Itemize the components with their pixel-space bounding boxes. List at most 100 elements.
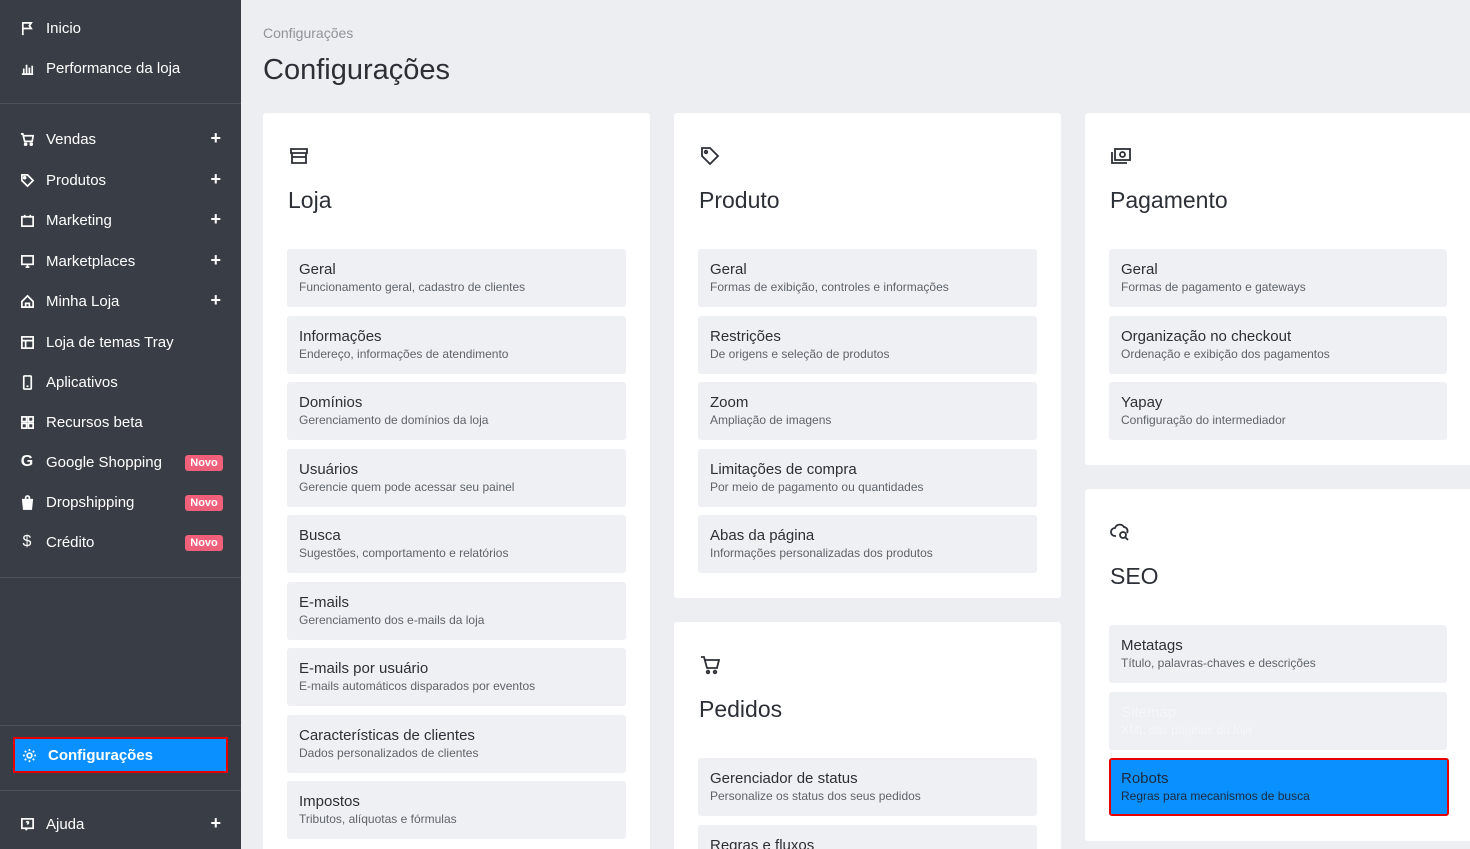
- item-desc: Funcionamento geral, cadastro de cliente…: [299, 280, 526, 294]
- cart-icon: [19, 131, 35, 147]
- new-badge: Novo: [185, 495, 223, 511]
- settings-item-limitacoes[interactable]: Limitações de compra Por meio de pagament…: [698, 449, 1037, 507]
- cloud-search-icon: [1110, 521, 1134, 545]
- dollar-icon: $: [22, 533, 32, 550]
- sidebar-item-marketing[interactable]: Marketing +: [0, 202, 241, 238]
- tag-icon: [699, 145, 723, 169]
- sidebar-item-label: Crédito: [46, 533, 95, 551]
- item-desc: Informações personalizadas dos produtos: [710, 546, 933, 560]
- expand-icon[interactable]: +: [210, 129, 221, 147]
- layout-icon: [19, 334, 35, 350]
- sidebar-item-inicio[interactable]: Inicio: [0, 10, 241, 46]
- sidebar-item-performance[interactable]: Performance da loja: [0, 50, 241, 86]
- item-title: Sitemap: [1121, 704, 1177, 721]
- sidebar-item-minha-loja[interactable]: Minha Loja +: [0, 283, 241, 319]
- settings-item-emails[interactable]: E-mails Gerenciamento dos e-mails da loja: [287, 582, 626, 640]
- expand-icon[interactable]: +: [210, 291, 221, 309]
- item-desc: XML das páginas da loja: [1121, 723, 1252, 737]
- settings-item-pagamento-geral[interactable]: Geral Formas de pagamento e gateways: [1109, 249, 1447, 307]
- card-pagamento: Pagamento Geral Formas de pagamento e gat…: [1085, 113, 1470, 465]
- sidebar-item-recursos-beta[interactable]: Recursos beta: [0, 404, 241, 440]
- settings-item-sitemap[interactable]: Sitemap XML das páginas da loja: [1109, 692, 1447, 750]
- item-desc: Ampliação de imagens: [710, 413, 832, 427]
- settings-item-busca[interactable]: Busca Sugestões, comportamento e relatóri…: [287, 515, 626, 573]
- settings-item-informacoes[interactable]: Informações Endereço, informações de aten…: [287, 316, 626, 374]
- settings-item-regras[interactable]: Regras e fluxos: [698, 825, 1037, 849]
- settings-item-loja-geral[interactable]: Geral Funcionamento geral, cadastro de cl…: [287, 249, 626, 307]
- sidebar: Inicio Performance da loja Vendas + Prod…: [0, 0, 241, 849]
- item-desc: Sugestões, comportamento e relatórios: [299, 546, 509, 560]
- sidebar-item-marketplaces[interactable]: Marketplaces +: [0, 243, 241, 279]
- sidebar-item-label: Vendas: [46, 130, 97, 148]
- home-icon: [19, 293, 35, 309]
- settings-item-impostos[interactable]: Impostos Tributos, alíquotas e fórmulas: [287, 781, 626, 839]
- settings-item-emails-usuario[interactable]: E-mails por usuário E-mails automáticos d…: [287, 648, 626, 706]
- settings-item-dominios[interactable]: Domínios Gerenciamento de domínios da loj…: [287, 382, 626, 440]
- sidebar-item-credito[interactable]: $ Crédito Novo: [0, 524, 241, 560]
- card-seo: SEO Metatags Título, palavras-chaves e de…: [1085, 489, 1470, 841]
- sidebar-item-label: Configurações: [48, 746, 154, 764]
- monitor-icon: [19, 253, 35, 269]
- item-desc: Configuração do intermediador: [1121, 413, 1286, 427]
- settings-item-metatags[interactable]: Metatags Título, palavras-chaves e descri…: [1109, 625, 1447, 683]
- sidebar-item-google-shopping[interactable]: G Google Shopping Novo: [0, 444, 241, 480]
- expand-icon[interactable]: +: [210, 170, 221, 188]
- cart-icon: [699, 654, 723, 678]
- item-title: Regras e fluxos: [710, 837, 815, 849]
- expand-icon[interactable]: +: [210, 814, 221, 832]
- flag-icon: [19, 20, 35, 36]
- settings-item-restricoes[interactable]: Restrições De origens e seleção de produt…: [698, 316, 1037, 374]
- sidebar-item-ajuda[interactable]: Ajuda +: [0, 806, 241, 842]
- grid-icon: [19, 414, 35, 430]
- settings-item-yapay[interactable]: Yapay Configuração do intermediador: [1109, 382, 1447, 440]
- sidebar-item-label: Performance da loja: [46, 59, 181, 77]
- settings-item-produto-geral[interactable]: Geral Formas de exibição, controles e inf…: [698, 249, 1037, 307]
- item-desc: Formas de exibição, controles e informaç…: [710, 280, 949, 294]
- item-title: Geral: [710, 261, 747, 278]
- card-title: Produto: [699, 187, 780, 213]
- item-title: Domínios: [299, 394, 363, 411]
- item-title: Usuários: [299, 461, 359, 478]
- settings-item-status[interactable]: Gerenciador de status Personalize os stat…: [698, 758, 1037, 816]
- item-title: Organização no checkout: [1121, 328, 1292, 345]
- item-title: Metatags: [1121, 637, 1183, 654]
- item-desc: Gerencie quem pode acessar seu painel: [299, 480, 515, 494]
- sidebar-item-dropshipping[interactable]: Dropshipping Novo: [0, 484, 241, 520]
- store-icon: [288, 145, 312, 169]
- item-desc: Título, palavras-chaves e descrições: [1121, 656, 1316, 670]
- item-title: Informações: [299, 328, 382, 345]
- item-title: Características de clientes: [299, 727, 475, 744]
- card-pedidos: Pedidos Gerenciador de status Personalize…: [674, 622, 1061, 849]
- item-title: Busca: [299, 527, 341, 544]
- sidebar-item-produtos[interactable]: Produtos +: [0, 162, 241, 198]
- settings-item-usuarios[interactable]: Usuários Gerencie quem pode acessar seu p…: [287, 449, 626, 507]
- sidebar-item-label: Inicio: [46, 19, 82, 37]
- sidebar-item-configuracoes[interactable]: Configurações: [13, 737, 228, 773]
- item-desc: Gerenciamento de domínios da loja: [299, 413, 489, 427]
- settings-item-robots[interactable]: Robots Regras para mecanismos de busca: [1109, 758, 1449, 816]
- expand-icon[interactable]: +: [210, 251, 221, 269]
- sidebar-divider: [0, 103, 241, 104]
- item-desc: Por meio de pagamento ou quantidades: [710, 480, 924, 494]
- card-loja: Loja Geral Funcionamento geral, cadastro …: [263, 113, 650, 849]
- card-title: Pagamento: [1110, 187, 1228, 213]
- bag-icon: [19, 494, 35, 510]
- item-desc: Endereço, informações de atendimento: [299, 347, 509, 361]
- breadcrumb[interactable]: Configurações: [263, 25, 353, 41]
- item-title: Geral: [1121, 261, 1158, 278]
- item-title: E-mails: [299, 594, 350, 611]
- expand-icon[interactable]: +: [210, 210, 221, 228]
- item-desc: Personalize os status dos seus pedidos: [710, 789, 921, 803]
- item-desc: Regras para mecanismos de busca: [1121, 789, 1310, 803]
- sidebar-item-vendas[interactable]: Vendas +: [0, 121, 241, 157]
- sidebar-item-label: Marketplaces: [46, 252, 136, 270]
- settings-item-zoom[interactable]: Zoom Ampliação de imagens: [698, 382, 1037, 440]
- settings-item-abas[interactable]: Abas da página Informações personalizadas…: [698, 515, 1037, 573]
- settings-item-caracteristicas[interactable]: Características de clientes Dados persona…: [287, 715, 626, 773]
- settings-item-checkout[interactable]: Organização no checkout Ordenação e exibi…: [1109, 316, 1447, 374]
- item-title: Limitações de compra: [710, 461, 857, 478]
- sidebar-item-label: Loja de temas Tray: [46, 333, 174, 351]
- sidebar-item-label: Dropshipping: [46, 493, 135, 511]
- sidebar-item-aplicativos[interactable]: Aplicativos: [0, 364, 241, 400]
- sidebar-item-temas[interactable]: Loja de temas Tray: [0, 324, 241, 360]
